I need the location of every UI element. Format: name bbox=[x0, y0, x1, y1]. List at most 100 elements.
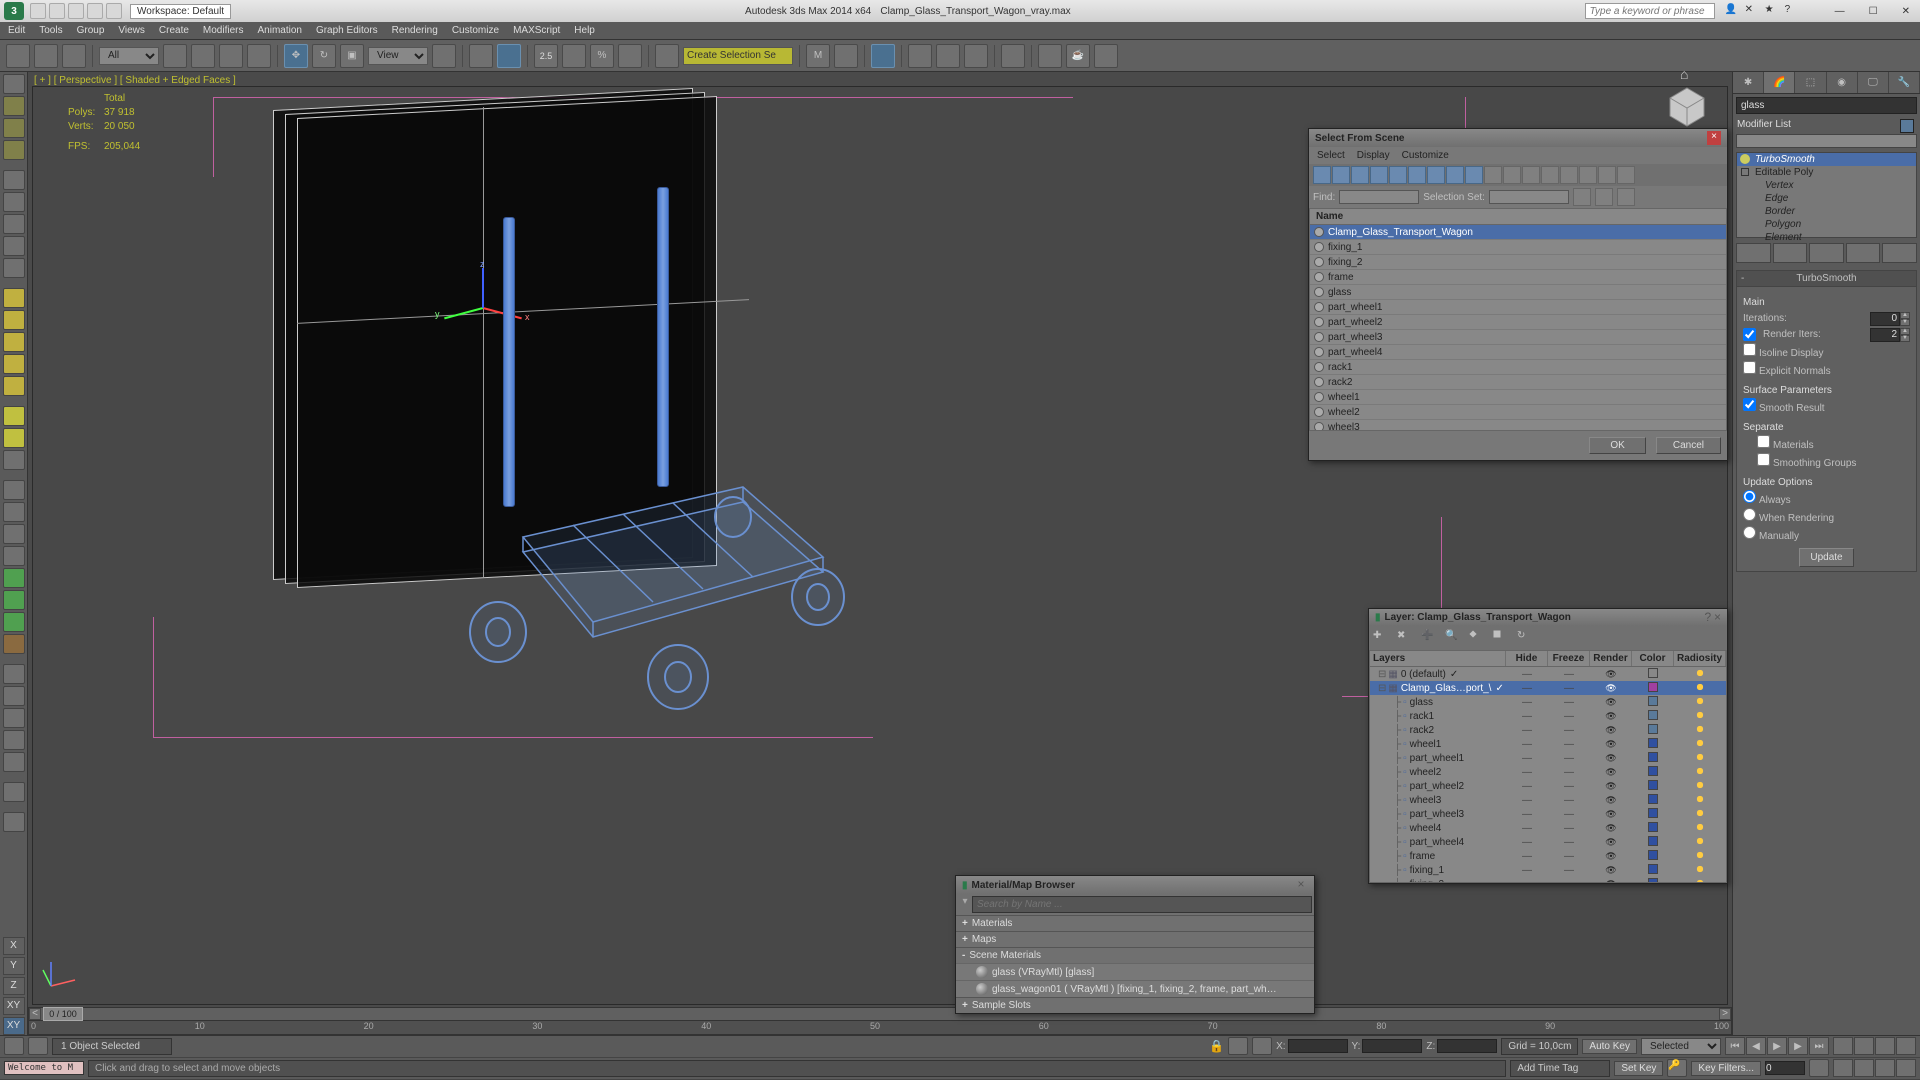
isolate-button[interactable] bbox=[1228, 1037, 1248, 1055]
next-frame-button[interactable]: ▶ bbox=[1788, 1037, 1808, 1055]
lt-btn-9[interactable] bbox=[3, 258, 25, 278]
lt-light3[interactable] bbox=[3, 450, 25, 470]
sfs-filter-13[interactable] bbox=[1541, 166, 1559, 184]
lt-light1[interactable] bbox=[3, 406, 25, 426]
sfs-filter-11[interactable] bbox=[1503, 166, 1521, 184]
layer-row[interactable]: ⊟Clamp_Glas…port_\✓—— bbox=[1370, 681, 1726, 695]
favorites-icon[interactable]: ★ bbox=[1765, 4, 1779, 18]
select-object-button[interactable] bbox=[163, 44, 187, 68]
lt-btn-5[interactable] bbox=[3, 170, 25, 190]
layer-row[interactable]: ├part_wheel1—— bbox=[1370, 751, 1726, 765]
sfs-list-item[interactable]: wheel2 bbox=[1310, 405, 1726, 420]
spinner-snap-toggle[interactable] bbox=[618, 44, 642, 68]
material-browser-close[interactable]: × bbox=[1294, 878, 1308, 892]
close-button[interactable]: ✕ bbox=[1896, 6, 1916, 17]
lt-helper2[interactable] bbox=[3, 524, 25, 544]
lt-cyl[interactable] bbox=[3, 332, 25, 352]
edit-named-sel-button[interactable] bbox=[655, 44, 679, 68]
exchange-icon[interactable]: ✕ bbox=[1745, 4, 1759, 18]
render-iters-spinner[interactable]: ▲▼ bbox=[1870, 328, 1910, 342]
selection-lock-button[interactable] bbox=[1252, 1037, 1272, 1055]
qat-save[interactable] bbox=[68, 3, 84, 19]
axis-z[interactable]: Z bbox=[3, 977, 25, 995]
link-button[interactable] bbox=[62, 44, 86, 68]
lt-part1[interactable] bbox=[3, 664, 25, 684]
layer-close-button[interactable]: × bbox=[1714, 610, 1721, 624]
lt-part3[interactable] bbox=[3, 708, 25, 728]
zoom-all-button[interactable] bbox=[1854, 1037, 1874, 1055]
lt-btn-8[interactable] bbox=[3, 236, 25, 256]
select-move-button[interactable]: ✥ bbox=[284, 44, 308, 68]
render-production-button[interactable]: ☕ bbox=[1066, 44, 1090, 68]
lt-green2[interactable] bbox=[3, 590, 25, 610]
time-thumb[interactable]: 0 / 100 bbox=[43, 1007, 83, 1021]
time-slider[interactable]: < 0 / 100 > bbox=[28, 1007, 1732, 1021]
layer-help-button[interactable]: ? bbox=[1705, 610, 1712, 624]
layer-new-icon[interactable]: ✚ bbox=[1373, 630, 1391, 646]
lt-cam[interactable] bbox=[3, 480, 25, 500]
lt-part4[interactable] bbox=[3, 730, 25, 750]
help-icon[interactable]: ? bbox=[1785, 4, 1799, 18]
menu-maxscript[interactable]: MAXScript bbox=[513, 25, 560, 36]
layer-row[interactable]: ├wheel4—— bbox=[1370, 821, 1726, 835]
sfs-filter-6[interactable] bbox=[1408, 166, 1426, 184]
time-config-button[interactable] bbox=[1809, 1059, 1829, 1077]
isoline-checkbox[interactable] bbox=[1743, 343, 1756, 356]
fov-button[interactable] bbox=[1896, 1037, 1916, 1055]
workspace-selector[interactable]: Workspace: Default bbox=[130, 4, 231, 19]
listener-output[interactable]: Welcome to M bbox=[4, 1061, 84, 1075]
current-frame-input[interactable] bbox=[1765, 1061, 1805, 1075]
sign-in-icon[interactable]: 👤 bbox=[1725, 4, 1739, 18]
menu-group[interactable]: Group bbox=[77, 25, 105, 36]
sfs-list-item[interactable]: part_wheel3 bbox=[1310, 330, 1726, 345]
modifier-stack-item[interactable]: Editable Poly bbox=[1737, 166, 1916, 179]
layer-row[interactable]: ├rack1—— bbox=[1370, 709, 1726, 723]
sfs-filter-8[interactable] bbox=[1446, 166, 1464, 184]
named-selection-set[interactable] bbox=[683, 47, 793, 65]
rollout-header[interactable]: -TurboSmooth bbox=[1737, 271, 1916, 287]
ref-coord-system[interactable]: View bbox=[368, 47, 428, 65]
orbit-button[interactable] bbox=[1854, 1059, 1874, 1077]
curve-editor-button[interactable] bbox=[908, 44, 932, 68]
material-section-header[interactable]: +Maps bbox=[956, 931, 1314, 947]
layer-row[interactable]: ├part_wheel3—— bbox=[1370, 807, 1726, 821]
sfs-list-item[interactable]: part_wheel2 bbox=[1310, 315, 1726, 330]
viewport-label[interactable]: [ + ] [ Perspective ] [ Shaded + Edged F… bbox=[34, 75, 236, 86]
menu-edit[interactable]: Edit bbox=[8, 25, 25, 36]
sfs-list-item[interactable]: fixing_1 bbox=[1310, 240, 1726, 255]
sfs-list-item[interactable]: glass bbox=[1310, 285, 1726, 300]
maxscript-mini-listener-button[interactable] bbox=[4, 1037, 24, 1055]
coord-x-input[interactable] bbox=[1288, 1039, 1348, 1053]
layer-row[interactable]: ├glass—— bbox=[1370, 695, 1726, 709]
sfs-filter-5[interactable] bbox=[1389, 166, 1407, 184]
prev-frame-button[interactable]: ◀ bbox=[1746, 1037, 1766, 1055]
axis-xy1[interactable]: XY bbox=[3, 997, 25, 1015]
sfs-filter-9[interactable] bbox=[1465, 166, 1483, 184]
axis-xy2[interactable]: XY bbox=[3, 1017, 25, 1035]
sfs-list-item[interactable]: fixing_2 bbox=[1310, 255, 1726, 270]
lt-extra2[interactable] bbox=[3, 812, 25, 832]
update-button[interactable]: Update bbox=[1799, 548, 1853, 567]
sfs-filter-1[interactable] bbox=[1313, 166, 1331, 184]
menu-animation[interactable]: Animation bbox=[257, 25, 301, 36]
menu-create[interactable]: Create bbox=[159, 25, 189, 36]
viewcube[interactable]: ⌂ bbox=[1662, 80, 1712, 130]
lt-part2[interactable] bbox=[3, 686, 25, 706]
tab-utilities[interactable]: 🔧 bbox=[1889, 72, 1920, 93]
sfs-filter-15[interactable] bbox=[1579, 166, 1597, 184]
layer-row[interactable]: ├part_wheel2—— bbox=[1370, 779, 1726, 793]
key-icon[interactable]: 🔑 bbox=[1667, 1059, 1687, 1077]
sfs-menu-customize[interactable]: Customize bbox=[1402, 150, 1449, 161]
tab-display[interactable]: 🖵 bbox=[1858, 72, 1889, 93]
sep-smoothing-checkbox[interactable] bbox=[1757, 453, 1770, 466]
zoom-button[interactable] bbox=[1833, 1037, 1853, 1055]
layer-refresh-icon[interactable]: ↻ bbox=[1517, 630, 1535, 646]
viewcube-home-icon[interactable]: ⌂ bbox=[1680, 66, 1688, 82]
align-button[interactable] bbox=[834, 44, 858, 68]
material-search-input[interactable] bbox=[972, 896, 1312, 913]
remove-modifier-button[interactable] bbox=[1846, 243, 1881, 263]
lt-cube[interactable] bbox=[3, 288, 25, 308]
qat-open[interactable] bbox=[49, 3, 65, 19]
modifier-stack-item[interactable]: Element bbox=[1737, 231, 1916, 244]
sfs-selset-input[interactable] bbox=[1489, 190, 1569, 204]
